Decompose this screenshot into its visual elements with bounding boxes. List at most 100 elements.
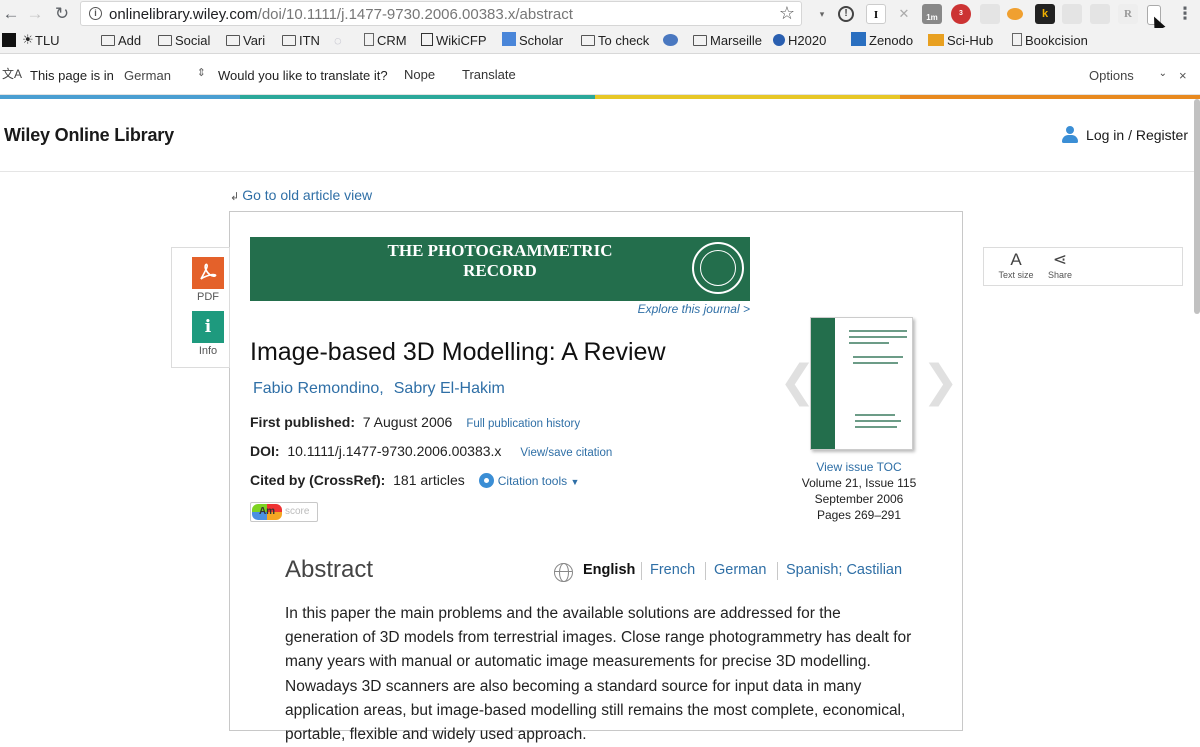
cited-by-row: Cited by (CrossRef): 181 articles Citatio… xyxy=(250,472,579,488)
altmetric-badge[interactable]: Am score xyxy=(250,502,318,522)
folder-icon xyxy=(282,35,296,46)
back-icon[interactable]: ← xyxy=(0,3,22,25)
folder-icon xyxy=(158,35,172,46)
forward-icon[interactable]: → xyxy=(24,3,46,25)
bookmark-itn[interactable]: ITN xyxy=(282,32,320,50)
bookmark-cloud[interactable] xyxy=(663,32,681,50)
dropdown-icon[interactable]: ▾ xyxy=(812,4,832,24)
info-label: Info xyxy=(198,345,218,357)
lang-french[interactable]: French xyxy=(650,562,695,578)
publication-history-link[interactable]: Full publication history xyxy=(466,418,580,430)
bookmark-h2020[interactable]: H2020 xyxy=(773,32,826,50)
nope-button[interactable]: Nope xyxy=(396,64,443,86)
instapaper-icon[interactable]: I xyxy=(866,4,886,24)
globe-icon xyxy=(554,563,573,582)
info-button[interactable]: i xyxy=(192,311,224,343)
journal-banner[interactable]: THE PHOTOGRAMMETRIC RECORD xyxy=(250,237,750,301)
first-published-row: First published: 7 August 2006 Full publi… xyxy=(250,414,580,430)
author-link[interactable]: Sabry El-Hakim xyxy=(394,380,505,397)
extension-icon[interactable] xyxy=(1090,4,1110,24)
divider xyxy=(777,562,778,580)
bookmark-to-check[interactable]: To check xyxy=(581,32,649,50)
login-link[interactable]: Log in / Register xyxy=(1062,126,1188,143)
url-text[interactable]: onlinelibrary.wiley.com/doi/10.1111/j.14… xyxy=(109,6,573,23)
first-published-value: 7 August 2006 xyxy=(362,414,453,430)
options-select[interactable]: Options ⌄ xyxy=(1089,68,1167,83)
language-select[interactable]: German ⇕ xyxy=(124,67,206,83)
reload-icon[interactable]: ↻ xyxy=(51,3,73,25)
share-button[interactable]: ⋖ Share xyxy=(1037,250,1083,280)
bookmark-bookcision[interactable]: Bookcision xyxy=(1012,32,1088,50)
bookmark-zenodo[interactable]: Zenodo xyxy=(851,32,913,50)
bookmark-crm[interactable]: CRM xyxy=(364,32,407,50)
chevron-down-icon: ⌄ xyxy=(1158,68,1167,79)
bookmark-social[interactable]: Social xyxy=(158,32,210,50)
lang-english[interactable]: English xyxy=(583,562,635,578)
page-icon xyxy=(364,33,374,46)
bookmark-label: Sci-Hub xyxy=(947,33,994,48)
bookmark-wikicfp[interactable]: WikiCFP xyxy=(421,32,487,50)
account-1m-icon[interactable]: 1m xyxy=(922,4,942,24)
site-logo[interactable]: Wiley Online Library xyxy=(4,125,174,146)
scihub-icon xyxy=(928,34,944,46)
site-info-icon[interactable]: i xyxy=(89,7,102,20)
url-path: /doi/10.1111/j.1477-9730.2006.00383.x/ab… xyxy=(257,6,573,23)
bookmark-marseille[interactable]: Marseille xyxy=(693,32,762,50)
translate-button[interactable]: Translate xyxy=(454,64,524,86)
onepassword-icon[interactable]: ! xyxy=(838,6,854,22)
adblock-badge: 3 xyxy=(959,10,963,17)
bookmark-label: Scholar xyxy=(519,33,564,48)
bookmark-scholar[interactable]: Scholar xyxy=(502,32,563,50)
extension-cloud-icon[interactable] xyxy=(1007,8,1023,20)
select-arrows-icon: ⇕ xyxy=(196,67,206,79)
share-label: Share xyxy=(1047,270,1073,280)
h2020-icon xyxy=(773,34,785,46)
bookmark-scihub[interactable]: Sci-Hub xyxy=(928,32,993,50)
lang-german[interactable]: German xyxy=(714,562,766,578)
explore-journal-link[interactable]: Explore this journal > xyxy=(600,302,750,316)
readcube-icon[interactable]: R xyxy=(1118,4,1138,24)
pdf-button[interactable] xyxy=(192,257,224,289)
divider xyxy=(641,562,642,580)
loading-icon[interactable]: ◌ xyxy=(334,32,342,50)
citation-tools-button[interactable]: Citation tools ▼ xyxy=(478,473,579,488)
first-published-label: First published: xyxy=(250,414,355,430)
close-icon[interactable]: × xyxy=(1179,68,1187,83)
pin-icon[interactable]: ✕ xyxy=(894,4,914,24)
issue-pages: Pages 269–291 xyxy=(816,508,902,522)
adblock-icon[interactable]: 3 xyxy=(951,4,971,24)
author-link[interactable]: Fabio Remondino, xyxy=(253,380,384,397)
brightness-icon[interactable]: ☀ xyxy=(22,31,34,49)
text-size-button[interactable]: A Text size xyxy=(993,250,1039,280)
bookmark-star-icon[interactable]: ☆ xyxy=(779,3,795,24)
scrollbar-thumb[interactable] xyxy=(1194,99,1200,314)
browser-menu-icon[interactable]: ⋮ xyxy=(1174,3,1196,25)
bookmark-label: ITN xyxy=(299,33,320,48)
kindle-k-icon[interactable]: k xyxy=(1035,4,1055,24)
view-citation-link[interactable]: View/save citation xyxy=(520,447,612,459)
cited-by-value[interactable]: 181 articles xyxy=(393,472,465,488)
issue-cover[interactable] xyxy=(810,317,913,450)
bookmark-label: To check xyxy=(598,33,650,48)
site-header: Wiley Online Library Log in / Register xyxy=(0,99,1200,172)
translate-prefix: This page is in xyxy=(30,68,114,83)
old-article-view-link[interactable]: ↲ Go to old article view xyxy=(230,187,372,203)
address-bar[interactable]: i onlinelibrary.wiley.com/doi/10.1111/j.… xyxy=(80,1,802,26)
author-list: Fabio Remondino, Sabry El-Hakim xyxy=(253,380,515,398)
options-label: Options xyxy=(1089,68,1134,83)
ext-1m-badge: 1m xyxy=(926,13,938,22)
page-icon xyxy=(1012,33,1022,46)
bookmark-add[interactable]: Add xyxy=(101,32,141,50)
text-size-label: Text size xyxy=(998,270,1034,280)
translate-icon: 文A xyxy=(2,67,23,81)
extension-icon[interactable] xyxy=(980,4,1000,24)
view-issue-toc-link[interactable]: View issue TOC xyxy=(800,460,918,474)
bookmark-vari[interactable]: Vari xyxy=(226,32,265,50)
extension-icon[interactable] xyxy=(1062,4,1082,24)
doi-row: DOI: 10.1111/j.1477-9730.2006.00383.x Vie… xyxy=(250,443,612,459)
article-title: Image-based 3D Modelling: A Review xyxy=(250,338,666,366)
next-issue-icon[interactable]: ❯ xyxy=(922,356,959,407)
lang-spanish[interactable]: Spanish; Castilian xyxy=(786,562,902,578)
divider xyxy=(705,562,706,580)
translate-question: Would you like to translate it? xyxy=(218,68,388,83)
